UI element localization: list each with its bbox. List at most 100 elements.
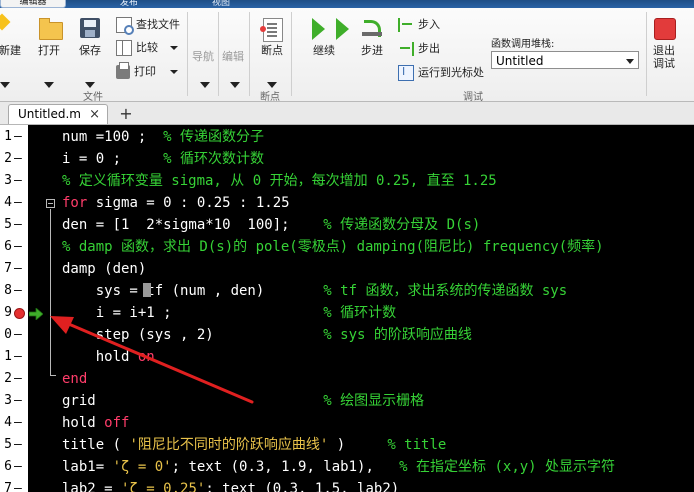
breakpoints-button[interactable]: 断点 (252, 16, 292, 57)
breakpoints-group-label: 断点 (260, 92, 280, 103)
chevron-down-icon (626, 59, 634, 64)
step-in-button[interactable]: 步入 (398, 16, 440, 34)
print-button[interactable]: 打印 (116, 62, 156, 81)
debug-group-label: 调试 (463, 92, 483, 103)
line-number: 5 (4, 217, 12, 232)
line-marker-dash[interactable]: — (14, 456, 22, 478)
code-line[interactable]: 0— step (sys , 2) % sys 的阶跃响应曲线 (0, 324, 694, 346)
step-out-button[interactable]: 步出 (398, 40, 440, 58)
line-marker-dash[interactable]: — (14, 390, 22, 412)
print-label: 打印 (134, 65, 156, 78)
continue-button[interactable]: 继续 (304, 16, 344, 57)
line-number: 4 (4, 415, 12, 430)
code-line[interactable]: 8— sys = tf (num , den) % tf 函数，求出系统的传递函… (0, 280, 694, 302)
exit-debug-button[interactable]: 退出 调试 (646, 16, 682, 70)
code-text: num =100 ; % 传递函数分子 (62, 126, 264, 148)
line-number: 6 (4, 459, 12, 474)
line-marker-dash[interactable]: — (14, 148, 22, 170)
code-token: i = i+1 ; (62, 305, 324, 321)
code-text: damp (den) (62, 258, 146, 280)
open-button[interactable]: 打开 (29, 16, 69, 57)
code-line[interactable]: 3— % 定义循环变量 sigma, 从 0 开始，每次增加 0.25, 直至 1… (0, 170, 694, 192)
line-marker-dash[interactable]: — (14, 324, 22, 346)
code-line[interactable]: 7— lab2 = 'ζ = 0.25'; text (0.3, 1.5, lab… (0, 478, 694, 492)
code-line[interactable]: 6— % damp 函数，求出 D(s)的 pole(零极点) damping(阻… (0, 236, 694, 258)
code-line[interactable]: 2— i = 0 ; % 循环次数计数 (0, 148, 694, 170)
code-text: hold off (62, 412, 129, 434)
line-marker-dash[interactable]: — (14, 214, 22, 236)
run-to-cursor-label: 运行到光标处 (418, 66, 484, 79)
step-in-label: 步入 (418, 18, 440, 31)
add-tab-button[interactable]: + (114, 104, 138, 124)
code-comment: % tf 函数，求出系统的传递函数 sys (323, 283, 568, 299)
navigate-dropdown-arrow[interactable] (200, 82, 210, 88)
code-line[interactable]: 6— lab1= 'ζ = 0'; text (0.3, 1.9, lab1), … (0, 456, 694, 478)
current-line-arrow-icon (29, 308, 43, 320)
code-line[interactable]: 1— num =100 ; % 传递函数分子 (0, 126, 694, 148)
code-line[interactable]: 4— hold off (0, 412, 694, 434)
edit-dropdown-arrow[interactable] (230, 82, 240, 88)
top-tab-strip: 编辑器 发布 视图 (0, 0, 694, 8)
code-line[interactable]: 7— damp (den) (0, 258, 694, 280)
line-number: 1 (4, 349, 12, 364)
save-button[interactable]: 保存 (70, 16, 110, 57)
code-comment: % damp 函数，求出 D(s)的 pole(零极点) damping(阻尼比… (62, 239, 604, 255)
code-text: title ( '阻尼比不同时的阶跃响应曲线' ) % title (62, 434, 446, 456)
print-dropdown-arrow[interactable] (170, 70, 178, 74)
edit-button[interactable]: 编辑 (222, 48, 244, 66)
code-keyword: off (104, 415, 130, 431)
code-keyword: end (62, 371, 88, 387)
code-comment: % 在指定坐标 (x,y) 处显示字符 (399, 459, 616, 475)
code-line[interactable]: 4— for sigma = 0 : 0.25 : 1.25 (0, 192, 694, 214)
compare-button[interactable]: 比较 (116, 39, 158, 57)
code-text: lab2 = 'ζ = 0.25'; text (0.3, 1.5, lab2) (62, 478, 399, 492)
code-line[interactable]: 9 i = i+1 ; % 循环计数 (0, 302, 694, 324)
code-line[interactable]: 3— grid % 绘图显示栅格 (0, 390, 694, 412)
step-button[interactable]: 步进 (352, 16, 392, 57)
code-line[interactable]: 2— end (0, 368, 694, 390)
line-marker-dash[interactable]: — (14, 170, 22, 192)
line-marker-dash[interactable]: — (14, 192, 22, 214)
save-disk-icon (78, 16, 102, 40)
tab-untitled-m[interactable]: Untitled.m × (8, 104, 108, 124)
code-line[interactable]: 5— den = [1 2*sigma*10 100]; % 传递函数分母及 D(… (0, 214, 694, 236)
line-marker-dash[interactable]: — (14, 368, 22, 390)
file-group-label: 文件 (83, 92, 103, 103)
function-call-stack-select[interactable]: Untitled (491, 51, 639, 69)
open-label: 打开 (38, 44, 60, 57)
breakpoint-marker[interactable] (14, 308, 25, 319)
new-button[interactable]: 新建 (0, 13, 30, 57)
line-marker-dash[interactable]: — (14, 236, 22, 258)
close-icon[interactable]: × (89, 105, 100, 124)
line-marker-dash[interactable]: — (14, 478, 22, 492)
code-comment: % 传递函数分母及 D(s) (323, 217, 481, 233)
new-label: 新建 (0, 44, 21, 57)
line-number: 7 (4, 261, 12, 276)
line-marker-dash[interactable]: — (14, 126, 22, 148)
fold-toggle[interactable] (46, 199, 55, 208)
line-number: 3 (4, 393, 12, 408)
code-comment: % 定义循环变量 sigma, 从 0 开始，每次增加 0.25, 直至 1.2… (62, 173, 497, 189)
line-marker-dash[interactable]: — (14, 280, 22, 302)
step-icon (360, 16, 384, 40)
tab-view[interactable]: 视图 (212, 0, 252, 8)
code-line[interactable]: 1— hold on (0, 346, 694, 368)
code-token: damp (den) (62, 261, 147, 277)
fold-line (50, 209, 51, 375)
line-marker-dash[interactable]: — (14, 258, 22, 280)
line-marker-dash[interactable]: — (14, 412, 22, 434)
code-text: i = 0 ; % 循环次数计数 (62, 148, 264, 170)
line-marker-dash[interactable]: — (14, 346, 22, 368)
tab-editor[interactable]: 编辑器 (0, 0, 66, 8)
code-line[interactable]: 5— title ( '阻尼比不同时的阶跃响应曲线' ) % title (0, 434, 694, 456)
code-keyword: for (62, 195, 88, 211)
find-files-button[interactable]: 查找文件 (116, 16, 180, 35)
compare-dropdown-arrow[interactable] (170, 46, 178, 50)
navigate-button[interactable]: 导航 (192, 48, 214, 66)
line-marker-dash[interactable]: — (14, 434, 22, 456)
run-to-cursor-button[interactable]: 运行到光标处 (398, 63, 484, 82)
code-string: '阻尼比不同时的阶跃响应曲线' (129, 437, 329, 453)
code-editor[interactable]: 1— num =100 ; % 传递函数分子 2— i = 0 ; % 循环次数计数 3… (0, 125, 694, 492)
code-text: i = i+1 ; % 循环计数 (62, 302, 396, 324)
tab-publish[interactable]: 发布 (120, 0, 160, 8)
